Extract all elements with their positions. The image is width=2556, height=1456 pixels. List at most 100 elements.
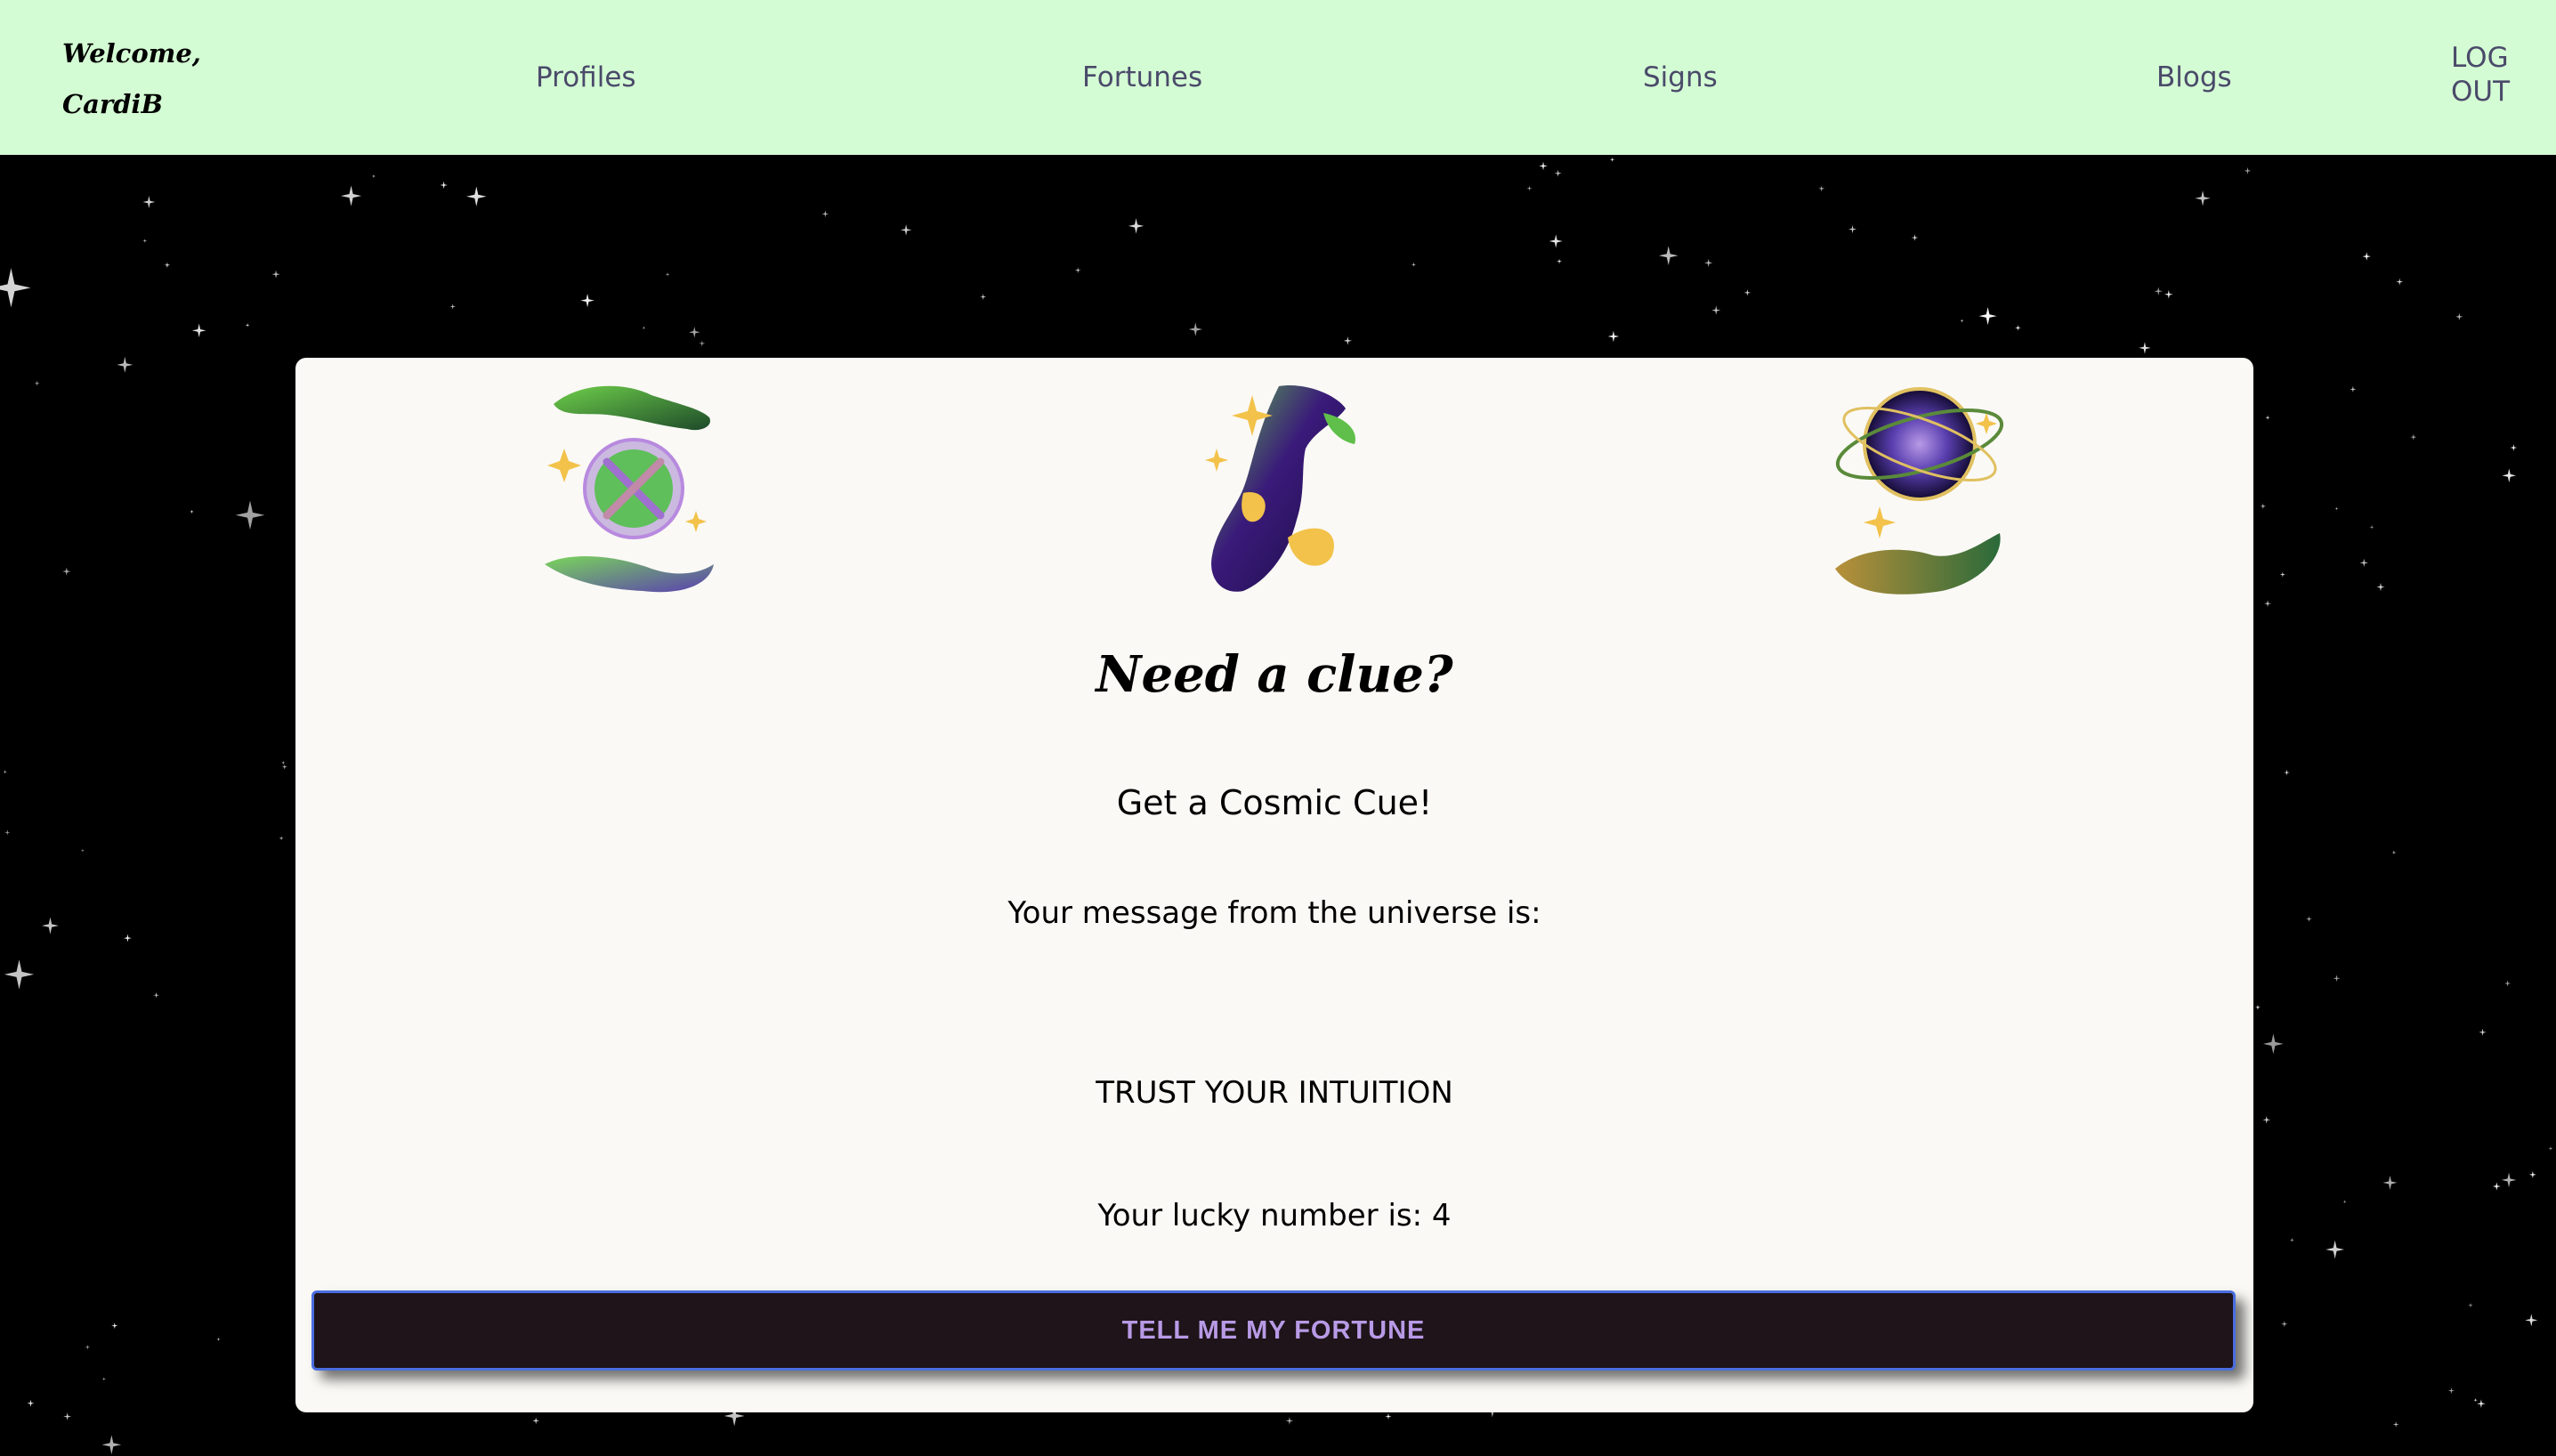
star-icon [1188,322,1202,336]
star-icon [85,1344,91,1350]
star-icon [1978,307,1997,326]
star-icon [2265,415,2270,420]
nav-link-signs[interactable]: Signs [1643,55,1718,100]
top-navbar: Welcome, CardiB Profiles Fortunes Signs … [0,0,2556,155]
star-icon [2342,1200,2347,1204]
star-icon [153,991,159,999]
star-icon [2015,325,2021,331]
star-icon [281,760,286,765]
star-icon [2362,252,2371,261]
fortune-card: Need a clue? Get a Cosmic Cue! Your mess… [295,358,2253,1412]
star-icon [340,185,362,206]
star-icon [2195,190,2211,206]
star-icon [2376,583,2385,592]
star-icon [1074,267,1081,273]
star-icon [235,500,265,530]
star-icon [2263,1033,2284,1055]
star-icon [2281,1321,2288,1328]
star-icon [1285,1417,1294,1425]
star-icon [2284,769,2290,776]
star-icon [2306,916,2312,922]
star-icon [2139,342,2151,354]
star-icon [34,380,40,386]
star-icon [1554,169,1562,177]
star-icon [2279,571,2285,578]
star-icon [2382,1175,2398,1190]
star-icon [245,322,250,328]
star-icon [1539,161,1548,171]
star-icon [1607,330,1620,343]
star-icon [27,1399,35,1407]
star-icon [2154,287,2163,295]
welcome-username: CardiB [62,89,163,119]
star-icon [62,567,71,576]
star-icon [2396,278,2404,286]
star-icon [2391,850,2397,855]
star-icon [1526,185,1533,191]
nav-link-profiles[interactable]: Profiles [536,55,636,100]
star-icon [2455,312,2463,321]
star-icon [1385,1412,1392,1420]
star-icon [101,1435,122,1455]
star-icon [4,959,35,990]
star-icon [2502,468,2517,483]
magic-hand-icon [1205,385,1355,592]
star-icon [2392,1421,2399,1428]
star-icon [449,303,456,310]
star-icon [2510,444,2518,451]
star-icon [1711,305,1721,315]
welcome-message: Welcome, CardiB [62,28,240,130]
star-icon [0,268,31,308]
star-icon [111,1323,118,1330]
fortune-message: TRUST YOUR INTUITION [1096,1075,1453,1111]
star-icon [63,1412,72,1420]
star-icon [1848,225,1857,234]
hands-plate-icon [545,385,714,593]
star-icon [1557,258,1562,264]
star-icon [2447,1387,2455,1395]
star-icon [2410,433,2417,441]
star-icon [2473,1397,2478,1403]
star-icon [665,272,670,277]
star-icon [142,196,156,208]
star-icon [440,181,448,190]
star-icon [642,326,646,330]
star-icon [580,293,595,308]
star-icon [2244,166,2252,174]
star-icon [900,224,912,236]
star-icon [371,174,376,179]
star-icon [279,836,284,841]
logout-button[interactable]: LOG OUT [2451,41,2531,109]
star-icon [281,764,287,770]
star-icon [101,1377,106,1381]
star-icon [4,829,11,836]
star-icon [1743,289,1751,296]
star-icon [117,356,133,373]
star-icon [191,323,206,338]
tell-me-my-fortune-button[interactable]: TELL ME MY FORTUNE [311,1290,2236,1371]
star-icon [2262,1115,2271,1124]
star-icon [2333,975,2341,983]
nav-link-blogs[interactable]: Blogs [2156,55,2232,100]
star-icon [2525,1314,2538,1327]
star-icon [2334,506,2339,511]
star-icon [41,917,59,934]
message-intro: Your message from the universe is: [1007,895,1541,931]
star-icon [271,270,280,279]
star-icon [216,1337,221,1341]
nav-link-fortunes[interactable]: Fortunes [1082,55,1202,100]
star-icon [2548,1145,2553,1151]
logout-label-line1: LOG [2451,42,2509,74]
star-icon [821,210,829,218]
card-subtitle: Get a Cosmic Cue! [1116,783,1433,822]
star-icon [3,770,7,774]
star-icon [2164,289,2173,299]
star-icon [1658,246,1678,266]
star-icon [1960,319,1964,323]
star-icon [142,239,148,243]
star-icon [699,340,706,347]
star-icon [1343,336,1353,345]
star-icon [532,1417,540,1425]
star-icon [164,262,171,269]
star-icon [2325,1240,2345,1259]
